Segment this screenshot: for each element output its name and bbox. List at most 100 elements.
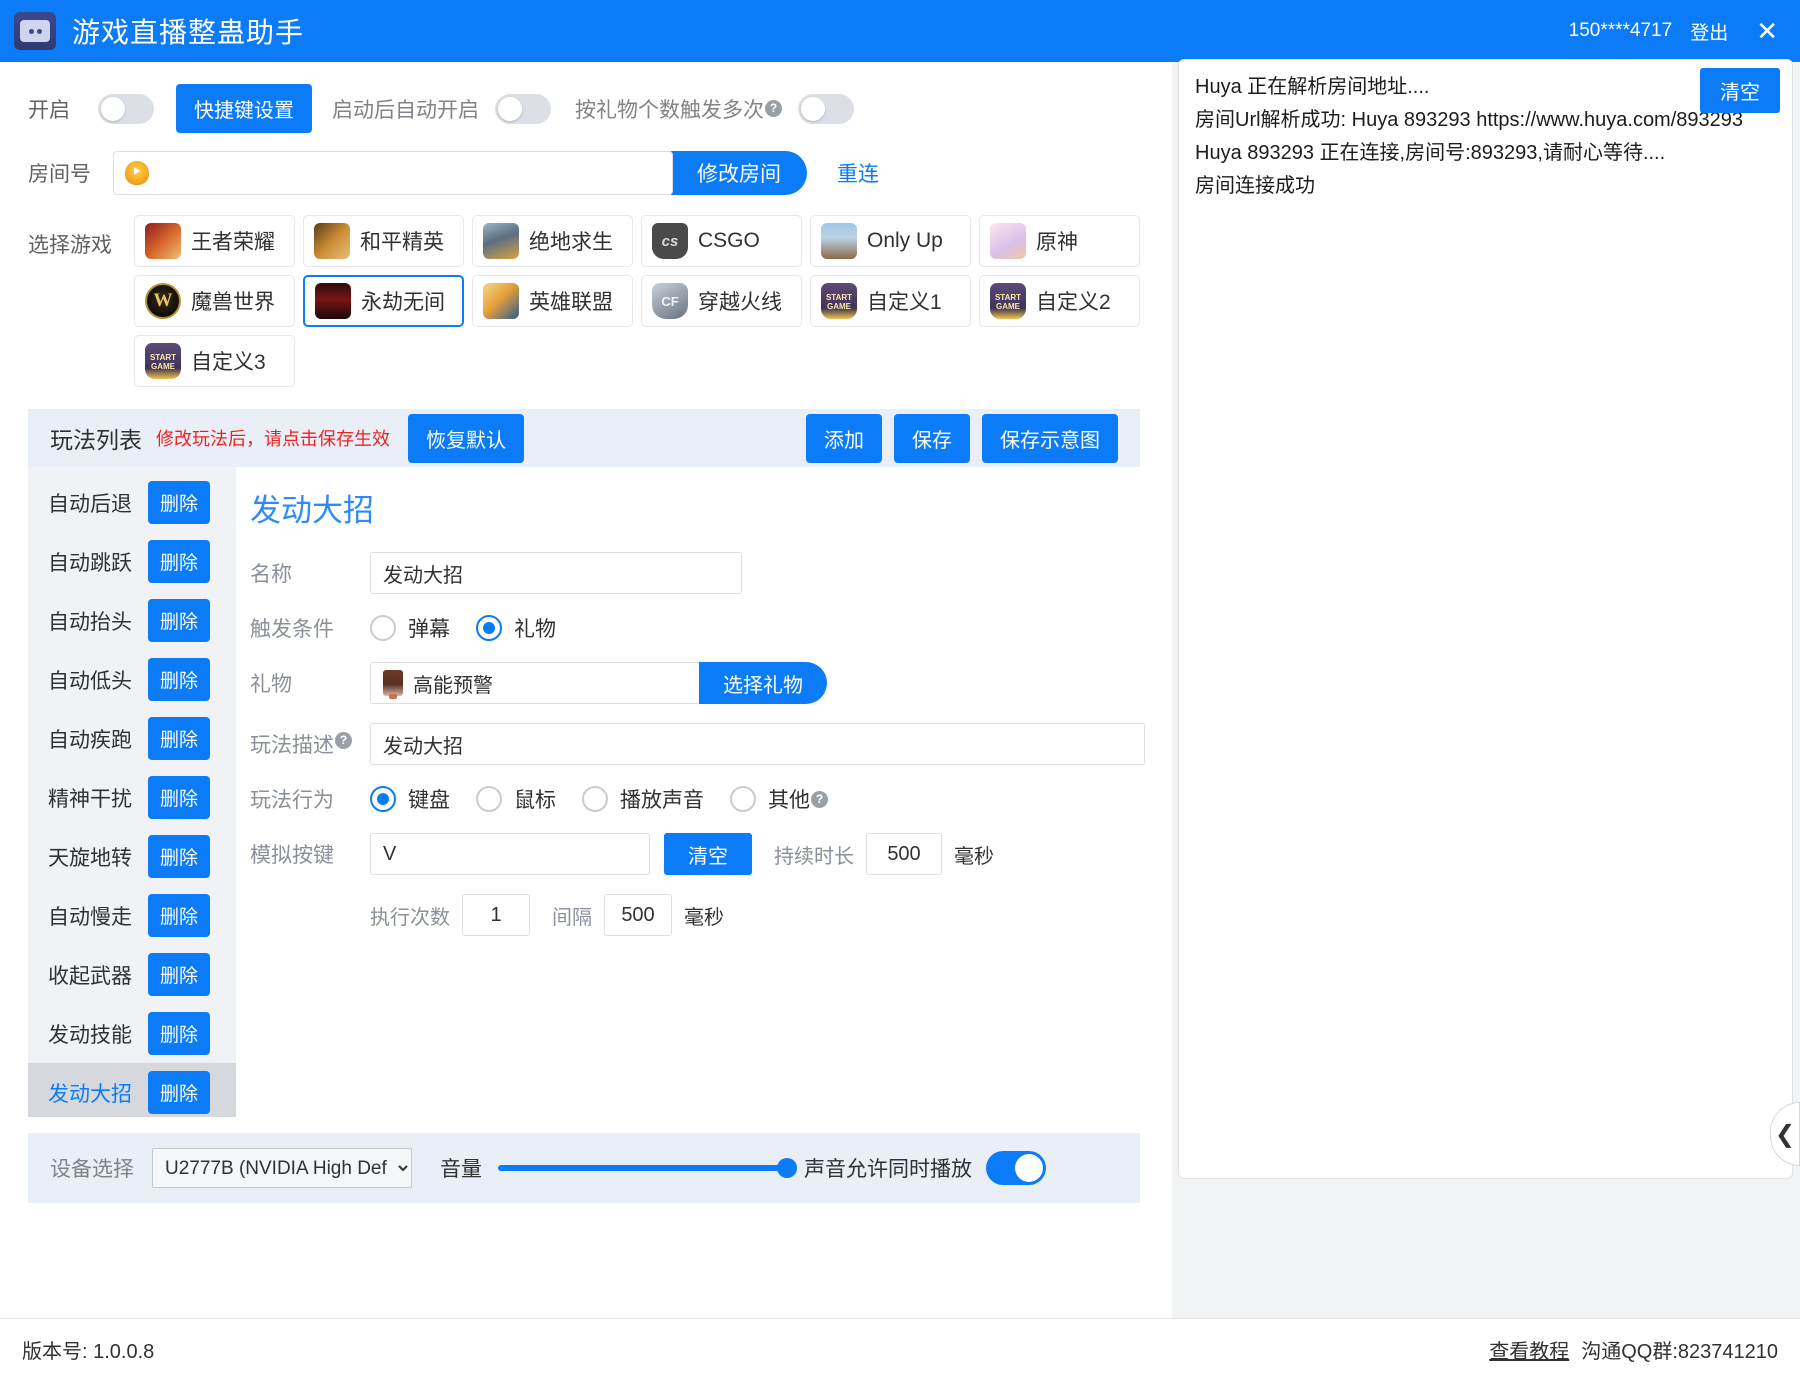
room-input[interactable] — [149, 161, 672, 185]
game-thumb-icon — [990, 283, 1026, 319]
key-row: 模拟按键 清空 持续时长 毫秒 — [250, 833, 1145, 875]
game-thumb-icon — [652, 223, 688, 259]
game-card[interactable]: CSGO — [641, 215, 802, 267]
playlist-title: 玩法列表 — [50, 427, 142, 453]
hotkey-settings-button[interactable]: 快捷键设置 — [176, 84, 312, 133]
duration-input[interactable] — [866, 833, 942, 875]
behavior-other-radio[interactable] — [730, 786, 756, 812]
interval-input[interactable] — [604, 894, 672, 936]
playlist-item-label: 自动后退 — [48, 492, 132, 516]
game-thumb-icon — [145, 223, 181, 259]
room-input-wrap — [113, 151, 673, 195]
playlist-item[interactable]: 自动慢走 删除 — [28, 886, 236, 945]
behavior-mouse-radio[interactable] — [476, 786, 502, 812]
desc-input[interactable] — [370, 723, 1145, 765]
log-line: Huya 893293 正在连接,房间号:893293,请耐心等待.... — [1195, 142, 1666, 164]
delete-button[interactable]: 删除 — [148, 776, 211, 819]
delete-button[interactable]: 删除 — [148, 540, 211, 583]
behavior-keyboard-radio[interactable] — [370, 786, 396, 812]
game-thumb-icon — [145, 283, 181, 319]
game-card[interactable]: 穿越火线 — [641, 275, 802, 327]
game-card[interactable]: 自定义1 — [810, 275, 971, 327]
behavior-mouse-label: 鼠标 — [514, 789, 556, 812]
playlist-item[interactable]: 精神干扰 删除 — [28, 768, 236, 827]
times-input[interactable] — [462, 894, 530, 936]
game-thumb-icon — [821, 283, 857, 319]
restore-default-button[interactable]: 恢复默认 — [408, 413, 524, 463]
playlist-item[interactable]: 发动技能 删除 — [28, 1004, 236, 1063]
playlist-item-label: 自动疾跑 — [48, 728, 132, 752]
delete-button[interactable]: 删除 — [148, 953, 211, 996]
play-form: 发动大招 名称 触发条件 弹幕 礼物 礼物 高能预警 — [236, 467, 1145, 1117]
volume-slider-knob[interactable] — [777, 1158, 797, 1178]
playlist-item[interactable]: 收起武器 删除 — [28, 945, 236, 1004]
delete-button[interactable]: 删除 — [148, 481, 211, 524]
reconnect-link[interactable]: 重连 — [837, 158, 879, 188]
playlist-item[interactable]: 天旋地转 删除 — [28, 827, 236, 886]
interval-unit: 毫秒 — [684, 906, 724, 929]
add-button[interactable]: 添加 — [806, 413, 882, 463]
behavior-help-icon[interactable]: ? — [811, 790, 828, 808]
gift-field[interactable]: 高能预警 — [370, 662, 700, 704]
playlist-item[interactable]: 自动疾跑 删除 — [28, 709, 236, 768]
behavior-other-label: 其他 — [768, 789, 810, 812]
delete-button[interactable]: 删除 — [148, 717, 211, 760]
gift-count-help-icon[interactable]: ? — [765, 100, 782, 117]
modify-room-button[interactable]: 修改房间 — [671, 151, 807, 195]
device-select[interactable]: U2777B (NVIDIA High Definition — [152, 1148, 412, 1188]
autostart-toggle[interactable] — [495, 93, 551, 124]
volume-slider[interactable] — [498, 1158, 797, 1178]
playlist-item[interactable]: 自动低头 删除 — [28, 650, 236, 709]
game-card[interactable]: 王者荣耀 — [134, 215, 295, 267]
room-label: 房间号 — [28, 163, 91, 186]
tutorial-link[interactable]: 查看教程 — [1489, 1335, 1569, 1364]
gift-count-toggle[interactable] — [798, 93, 854, 124]
game-name: 永劫无间 — [361, 291, 445, 314]
game-card[interactable]: Only Up — [810, 215, 971, 267]
playlist-warning: 修改玩法后，请点击保存生效 — [156, 429, 390, 449]
playlist-item[interactable]: 自动抬头 删除 — [28, 591, 236, 650]
game-card[interactable]: 英雄联盟 — [472, 275, 633, 327]
pick-gift-button[interactable]: 选择礼物 — [699, 662, 827, 704]
enable-label: 开启 — [28, 98, 70, 122]
trigger-gift-radio[interactable] — [476, 615, 502, 641]
game-card[interactable]: 永劫无间 — [303, 275, 464, 327]
playlist-item-label: 发动技能 — [48, 1023, 132, 1047]
clear-key-button[interactable]: 清空 — [664, 833, 752, 875]
game-card[interactable]: 绝地求生 — [472, 215, 633, 267]
games-label: 选择游戏 — [28, 234, 112, 257]
log-lines: Huya 正在解析房间地址.... 房间Url解析成功: Huya 893293 … — [1195, 74, 1776, 200]
game-card[interactable]: 和平精英 — [303, 215, 464, 267]
delete-button[interactable]: 删除 — [148, 835, 211, 878]
app-title: 游戏直播整蛊助手 — [72, 17, 305, 48]
delete-button[interactable]: 删除 — [148, 1071, 211, 1114]
game-card[interactable]: 自定义2 — [979, 275, 1140, 327]
clear-log-button[interactable]: 清空 — [1700, 68, 1780, 113]
delete-button[interactable]: 删除 — [148, 1012, 211, 1055]
sound-concurrent-toggle[interactable] — [986, 1151, 1046, 1185]
logout-link[interactable]: 登出 — [1690, 18, 1728, 45]
behavior-sound-radio[interactable] — [582, 786, 608, 812]
delete-button[interactable]: 删除 — [148, 658, 211, 701]
playlist-item[interactable]: 自动后退 删除 — [28, 473, 236, 532]
app-logo-icon — [14, 12, 56, 50]
playlist-item[interactable]: 自动跳跃 删除 — [28, 532, 236, 591]
save-diagram-button[interactable]: 保存示意图 — [982, 413, 1118, 463]
delete-button[interactable]: 删除 — [148, 894, 211, 937]
game-card[interactable]: 自定义3 — [134, 335, 295, 387]
desc-help-icon[interactable]: ? — [335, 732, 352, 749]
playlist-item[interactable]: 发动大招 删除 — [28, 1063, 236, 1117]
save-button[interactable]: 保存 — [894, 413, 970, 463]
trigger-danmu-radio[interactable] — [370, 615, 396, 641]
simulated-key-input[interactable] — [370, 833, 650, 875]
log-line: 房间连接成功 — [1195, 175, 1315, 197]
delete-button[interactable]: 删除 — [148, 599, 211, 642]
close-icon[interactable]: ✕ — [1756, 18, 1778, 44]
game-card[interactable]: 原神 — [979, 215, 1140, 267]
platform-icon — [125, 161, 149, 185]
enable-toggle[interactable] — [98, 93, 154, 124]
log-line: Huya 正在解析房间地址.... — [1195, 76, 1430, 98]
name-input[interactable] — [370, 552, 742, 594]
device-label: 设备选择 — [50, 1158, 134, 1181]
game-card[interactable]: 魔兽世界 — [134, 275, 295, 327]
